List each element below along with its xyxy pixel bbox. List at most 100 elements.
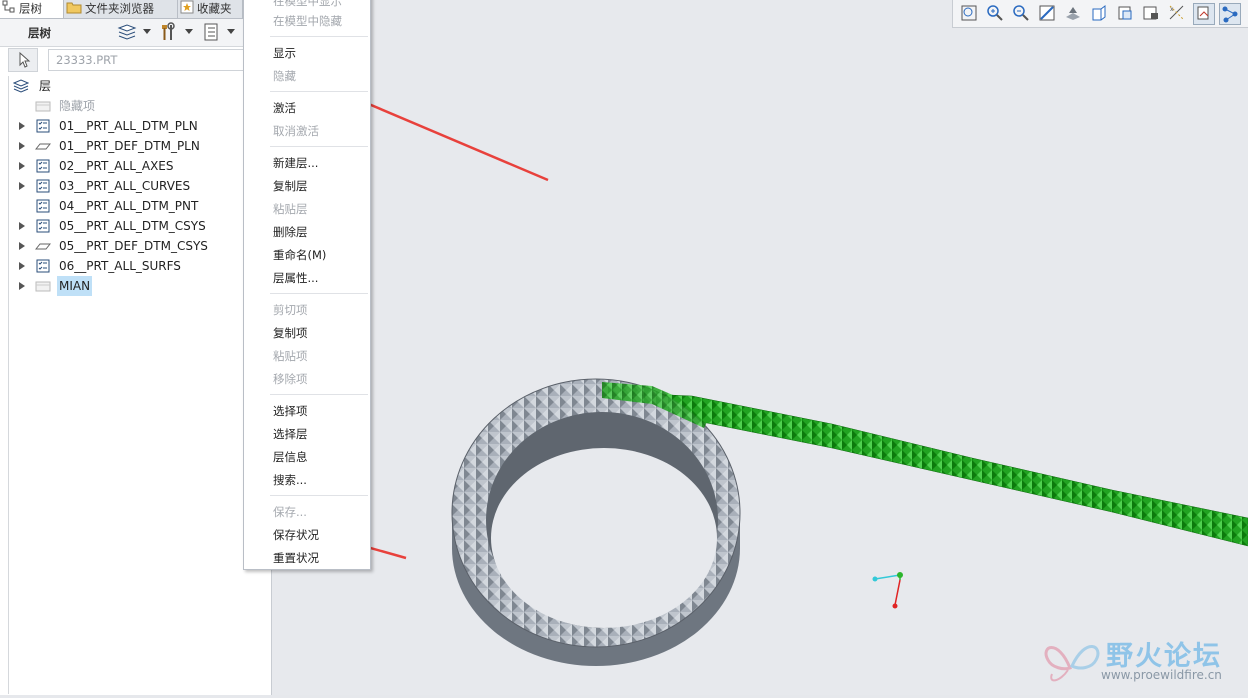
menu-item-copy-layer[interactable]: 复制层	[273, 178, 308, 194]
menu-separator	[270, 91, 368, 92]
menu-item-save-status[interactable]: 保存状况	[273, 527, 319, 543]
spin-center-icon[interactable]	[1193, 3, 1215, 25]
folder-icon	[66, 0, 82, 18]
tab-layer-tree[interactable]: 层树	[0, 0, 64, 18]
tree-item-label: 03__PRT_ALL_CURVES	[59, 179, 191, 193]
menu-item-rename[interactable]: 重命名(M)	[273, 247, 326, 263]
menu-item-activate[interactable]: 激活	[273, 100, 296, 116]
ring-hole	[491, 448, 717, 628]
layer-list-icon	[35, 259, 51, 273]
repaint-icon[interactable]	[1037, 3, 1057, 23]
expand-arrow-icon[interactable]	[19, 262, 25, 270]
list-document-icon	[204, 23, 218, 41]
menu-item-delete-layer[interactable]: 删除层	[273, 224, 308, 240]
layer-list-icon	[35, 219, 51, 233]
datum-plane-icon	[34, 239, 52, 253]
view-toolbar: x	[952, 0, 1248, 28]
menu-item-search[interactable]: 搜索...	[273, 472, 307, 488]
coordinate-triad-icon	[872, 572, 903, 609]
tab-folder-browser-label: 文件夹浏览器	[85, 1, 154, 16]
menu-item-select-items[interactable]: 选择项	[273, 403, 308, 419]
navigator-tab-bar: 层树 文件夹浏览器 收藏夹	[0, 0, 271, 19]
menu-item-reset-status[interactable]: 重置状况	[273, 550, 319, 566]
menu-item-show[interactable]: 显示	[273, 45, 296, 61]
menu-item-paste-item[interactable]: 粘贴项	[273, 348, 308, 364]
tree-item-label: 01__PRT_ALL_DTM_PLN	[59, 119, 198, 133]
menu-item-layer-info[interactable]: 层信息	[273, 449, 308, 465]
watermark-logo-icon	[1044, 645, 1100, 682]
tree-item-label: 06__PRT_ALL_SURFS	[59, 259, 181, 273]
menu-item-new-layer[interactable]: 新建层...	[273, 155, 318, 171]
tree-item-label: 05__PRT_DEF_DTM_CSYS	[59, 239, 208, 253]
tree-root-label: 层	[39, 79, 52, 93]
tools-dropdown-arrow-icon[interactable]	[185, 29, 193, 34]
layer-tree-tab-icon	[2, 0, 16, 18]
hidden-layer-icon	[35, 99, 51, 113]
settings-dropdown-arrow-icon[interactable]	[227, 29, 235, 34]
menu-separator	[270, 495, 368, 496]
layer-list-icon	[35, 199, 51, 213]
menu-item-select-layer[interactable]: 选择层	[273, 426, 308, 442]
layers-show-button[interactable]	[116, 22, 138, 42]
empty-layer-icon	[35, 279, 51, 293]
active-model-field[interactable]: 23333.PRT	[48, 49, 248, 71]
layers-root-icon	[12, 79, 30, 93]
tree-item-label: 05__PRT_ALL_DTM_CSYS	[59, 219, 206, 233]
menu-item-layer-properties[interactable]: 层属性...	[273, 270, 318, 286]
menu-separator	[270, 146, 368, 147]
expand-arrow-icon[interactable]	[19, 222, 25, 230]
expand-arrow-icon[interactable]	[19, 242, 25, 250]
zoom-in-icon[interactable]	[985, 3, 1005, 23]
menu-item-copy-item[interactable]: 复制项	[273, 325, 308, 341]
layer-list-icon	[35, 159, 51, 173]
menu-separator	[270, 394, 368, 395]
datum-display-icon[interactable]: x	[1167, 3, 1187, 23]
expand-arrow-icon[interactable]	[19, 182, 25, 190]
saved-views-icon[interactable]	[1115, 3, 1135, 23]
menu-item-cut-item[interactable]: 剪切项	[273, 302, 308, 318]
graphics-viewport[interactable]	[272, 0, 1248, 695]
svg-text:x: x	[1170, 6, 1174, 13]
tab-favorites-label: 收藏夹	[197, 1, 232, 16]
menu-item-save[interactable]: 保存...	[273, 504, 307, 520]
menu-item-hide[interactable]: 隐藏	[273, 68, 296, 84]
tab-favorites[interactable]: 收藏夹	[178, 0, 243, 18]
annotation-display-icon[interactable]	[1219, 3, 1241, 25]
expand-arrow-icon[interactable]	[19, 162, 25, 170]
tree-item-label: MIAN	[57, 276, 93, 296]
view-manager-icon[interactable]	[1141, 3, 1161, 23]
menu-item-deactivate[interactable]: 取消激活	[273, 123, 319, 139]
tree-settings-button[interactable]	[200, 22, 222, 42]
layers-icon	[117, 24, 137, 40]
favorites-icon	[180, 0, 194, 18]
expand-arrow-icon[interactable]	[19, 142, 25, 150]
tree-item-label: 02__PRT_ALL_AXES	[59, 159, 174, 173]
menu-separator	[270, 36, 368, 37]
tab-layer-tree-label: 层树	[19, 1, 42, 16]
layer-list-icon	[35, 119, 51, 133]
datum-plane-icon	[34, 139, 52, 153]
watermark-url: www.proewildfire.cn	[1101, 668, 1222, 682]
expand-arrow-icon[interactable]	[19, 282, 25, 290]
hammer-wrench-icon	[162, 22, 175, 40]
layer-tree: 层 隐藏项 01__PRT_ALL_DTM_PLN 01__PRT_DEF_DT…	[8, 76, 247, 694]
tools-button[interactable]	[158, 22, 180, 42]
expand-arrow-icon[interactable]	[19, 122, 25, 130]
menu-item-paste-layer[interactable]: 粘贴层	[273, 201, 308, 217]
layer-context-menu: 在模型中显示 在模型中隐藏 显示 隐藏 激活 取消激活 新建层... 复制层 粘…	[243, 0, 371, 570]
model-graphics	[300, 74, 1248, 666]
display-style-icon[interactable]	[1089, 3, 1109, 23]
menu-item-hide-in-model[interactable]: 在模型中隐藏	[273, 13, 342, 29]
refit-icon[interactable]	[959, 3, 979, 23]
select-model-button[interactable]	[8, 48, 38, 72]
menu-item-remove-item[interactable]: 移除项	[273, 371, 308, 387]
tree-item-label: 04__PRT_ALL_DTM_PNT	[59, 199, 199, 213]
view-orient-icon[interactable]	[1063, 3, 1083, 23]
tab-folder-browser[interactable]: 文件夹浏览器	[64, 0, 178, 18]
layers-dropdown-arrow-icon[interactable]	[143, 29, 151, 34]
layer-tree-title: 层树	[28, 26, 51, 40]
cursor-arrow-icon	[19, 51, 31, 68]
menu-item-show-in-model[interactable]: 在模型中显示	[273, 0, 342, 9]
zoom-out-icon[interactable]	[1011, 3, 1031, 23]
active-model-row: 23333.PRT	[8, 48, 248, 72]
